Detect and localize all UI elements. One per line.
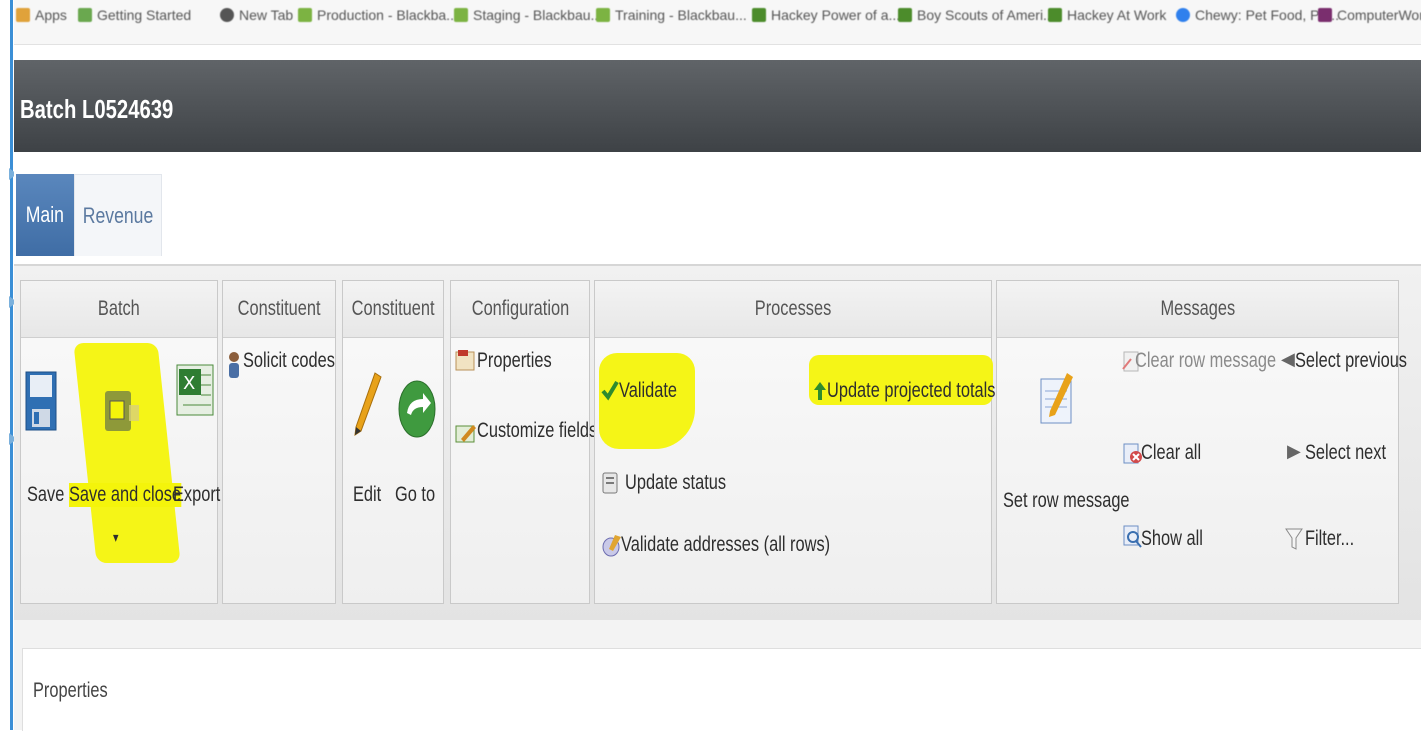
document-status-icon: [602, 472, 618, 494]
show-all-icon: [1123, 525, 1142, 548]
bookmark-icon: [752, 8, 766, 22]
bookmark-new-tab[interactable]: New Tab: [220, 7, 293, 23]
solicit-codes-button[interactable]: Solicit codes: [227, 347, 335, 381]
validate-addresses-icon: [602, 535, 621, 557]
person-icon: [229, 352, 239, 378]
go-to-arrow-icon: [398, 380, 436, 438]
svg-text:X: X: [183, 373, 195, 394]
bookmark-hackey-power[interactable]: Hackey Power of a...: [752, 7, 900, 23]
bookmark-icon: [596, 8, 610, 22]
group-header: Processes: [595, 281, 991, 338]
group-header: Constituent: [223, 281, 335, 338]
properties-panel-title: Properties: [33, 679, 108, 702]
clear-all-button[interactable]: Clear all: [1121, 439, 1241, 473]
save-button[interactable]: Save: [21, 341, 65, 581]
group-header: Configuration: [451, 281, 589, 338]
edit-button[interactable]: Edit: [347, 341, 391, 541]
triangle-left-icon: ◀: [1281, 349, 1295, 370]
group-header: Batch: [21, 281, 217, 338]
checkmark-icon: [601, 380, 619, 401]
chevron-down-icon[interactable]: ▾: [113, 529, 118, 546]
left-gutter: [0, 0, 14, 730]
filter-icon: [1285, 528, 1303, 550]
bookmark-icon: [898, 8, 912, 22]
tab-revenue[interactable]: Revenue: [74, 174, 162, 256]
properties-panel: Properties: [22, 648, 1421, 731]
properties-panel-wrap: Properties: [14, 620, 1421, 731]
bookmark-icon: [220, 8, 234, 22]
pencil-icon: [354, 372, 382, 437]
group-header: Constituent: [343, 281, 443, 338]
save-and-close-icon: [105, 391, 139, 431]
validate-addresses-button[interactable]: Validate addresses (all rows): [601, 531, 901, 565]
group-configuration: Configuration Properties Customize field…: [450, 280, 597, 604]
triangle-right-icon: ▶: [1287, 441, 1301, 462]
bookmark-hackey-at-work[interactable]: Hackey At Work: [1048, 7, 1166, 23]
select-next-button[interactable]: ▶ Select next: [1287, 439, 1397, 473]
bookmark-chewy[interactable]: Chewy: Pet Food, Pe...: [1176, 7, 1339, 23]
clear-row-message-button[interactable]: Clear row message: [1121, 347, 1276, 381]
bookmark-boy-scouts[interactable]: Boy Scouts of Ameri...: [898, 7, 1055, 23]
bookmark-icon: [1176, 8, 1190, 22]
filter-button[interactable]: Filter...: [1285, 525, 1397, 559]
tab-main[interactable]: Main: [16, 174, 74, 256]
title-bar: Batch L0524639: [14, 60, 1421, 152]
save-and-close-button[interactable]: Save and close ▾: [67, 341, 182, 581]
arrow-up-icon: [814, 382, 826, 400]
bookmark-computerworld[interactable]: ComputerWorld: [1318, 7, 1421, 23]
bookmark-staging[interactable]: Staging - Blackbau...: [454, 7, 602, 23]
customize-fields-button[interactable]: Customize fields: [455, 417, 597, 451]
select-previous-button[interactable]: ◀ Select previous: [1281, 347, 1407, 381]
bookmark-production[interactable]: Production - Blackba...: [298, 7, 458, 23]
bookmark-icon: [78, 8, 92, 22]
group-processes: Processes Validate Update projected tota…: [594, 280, 995, 604]
bookmarks-bar: Apps Getting Started New Tab Production …: [14, 0, 1421, 45]
bookmark-icon: [1318, 8, 1332, 22]
show-all-button[interactable]: Show all: [1121, 525, 1241, 559]
excel-icon: X: [176, 364, 214, 416]
customize-icon: [455, 425, 476, 443]
page-title: Batch L0524639: [20, 94, 174, 124]
tab-strip: Main Revenue: [14, 152, 1421, 264]
ribbon: Batch Save Save and close ▾ X Export Con…: [14, 264, 1421, 622]
bookmark-training[interactable]: Training - Blackbau...: [596, 7, 747, 23]
update-projected-totals-button[interactable]: Update projected totals: [813, 377, 995, 411]
clear-all-icon: [1123, 443, 1142, 464]
bookmark-apps[interactable]: Apps: [16, 7, 67, 23]
set-row-message-button[interactable]: Set row message: [999, 341, 1130, 541]
message-note-icon: [1040, 373, 1073, 424]
go-to-button[interactable]: Go to: [393, 341, 443, 541]
apps-icon: [16, 8, 30, 22]
bookmark-getting-started[interactable]: Getting Started: [78, 7, 191, 23]
group-constituent-edit: Constituent Edit Go to: [342, 280, 444, 604]
floppy-disk-icon: [25, 371, 57, 431]
group-messages: Messages Set row message Clear row messa…: [996, 280, 1407, 604]
bookmark-icon: [298, 8, 312, 22]
validate-button[interactable]: Validate: [601, 377, 701, 411]
group-constituent-solicit: Constituent Solicit codes: [222, 280, 336, 604]
export-button[interactable]: X Export: [171, 341, 220, 581]
properties-button[interactable]: Properties: [455, 347, 589, 381]
properties-icon: [455, 350, 475, 371]
bookmark-icon: [454, 8, 468, 22]
group-header: Messages: [997, 281, 1398, 338]
group-batch: Batch Save Save and close ▾ X Export: [20, 280, 220, 604]
bookmark-icon: [1048, 8, 1062, 22]
gutter-line: [10, 0, 13, 730]
update-status-button[interactable]: Update status: [601, 469, 801, 503]
